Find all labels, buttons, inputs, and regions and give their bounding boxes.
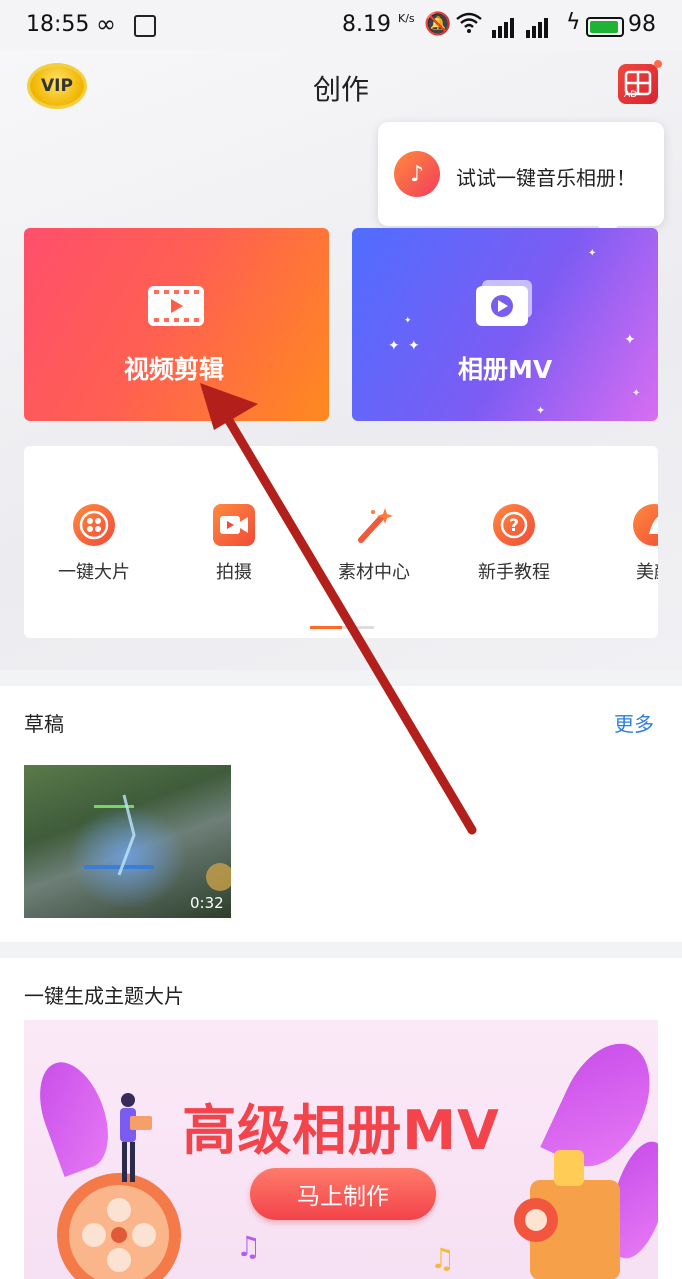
infinity-icon: ∞ [96,10,116,38]
ad-gift-icon[interactable]: AD [618,60,662,104]
tool-one-click-film[interactable]: 一键大片 [34,504,154,584]
album-icon [474,280,534,328]
signal-icon [492,16,552,38]
music-note-icon: ♪ [394,151,440,197]
album-mv-banner[interactable]: ♫ ♫ 高级相册MV 马上制作 [24,1020,658,1279]
wifi-icon [456,12,482,40]
tool-label: 美颜 [636,562,658,583]
projector-illustration [514,1150,624,1279]
tooltip-text: 试试一键音乐相册！ [456,166,636,190]
svg-text:?: ? [509,516,519,536]
camera-icon [213,504,255,546]
tool-beauty[interactable]: 美颜 [594,504,658,584]
sparkle-icon: ✦ [632,388,641,399]
music-album-tooltip[interactable]: ♪ 试试一键音乐相册！ [378,122,664,236]
ad-label: AD [624,90,638,100]
draft-duration: 0:32 [190,894,224,912]
question-icon: ? [493,504,535,546]
sparkle-icon: ✦ [388,338,400,354]
tools-row: 一键大片 拍摄 素材中心 ? 新手教程 美颜 [24,446,658,638]
notification-icon [134,15,156,37]
tool-label: 素材中心 [338,562,410,583]
tool-material-center[interactable]: 素材中心 [314,504,434,584]
drafts-more-link[interactable]: 更多 [614,708,654,737]
magic-wand-icon [353,504,395,546]
page-indicator [310,626,342,629]
charging-icon: ϟ [566,10,581,35]
video-edit-label: 视频剪辑 [124,355,225,384]
sparkle-icon: ✦ [588,248,597,259]
status-bar: 18:55 ∞ 8.19 K/s 🔕 ϟ 98 [0,0,682,50]
network-speed: 8.19 K/s [342,12,415,37]
sparkle-icon: ✦ [624,332,636,348]
battery-level: 98 [628,12,656,37]
video-edit-card[interactable]: 视频剪辑 [24,228,329,421]
film-icon [148,286,204,326]
sparkle-icon: ✦ [536,404,546,417]
sparkle-icon: ✦ [404,316,412,326]
mute-icon: 🔕 [424,12,452,37]
sparkle-icon: ✦ [408,338,420,354]
music-note-icon: ♫ [430,1242,456,1275]
tool-label: 新手教程 [478,562,550,583]
tool-shoot[interactable]: 拍摄 [174,504,294,584]
make-now-button[interactable]: 马上制作 [250,1168,436,1220]
film-reel-icon [73,504,115,546]
tool-label: 一键大片 [58,562,130,583]
battery-icon [586,17,624,37]
music-note-icon: ♫ [236,1230,262,1263]
tool-beginner-tutorial[interactable]: ? 新手教程 [454,504,574,584]
album-mv-label: 相册MV [458,355,553,384]
theme-title: 一键生成主题大片 [24,984,184,1008]
album-mv-card[interactable]: ✦ ✦ ✦ ✦ ✦ ✦ ✦ 相册MV [352,228,658,421]
status-time: 18:55 [26,12,90,37]
banner-title: 高级相册MV [182,1099,500,1162]
tool-label: 拍摄 [216,562,252,583]
beauty-icon [633,504,658,546]
notification-dot [654,60,662,68]
page-title: 创作 [312,73,369,106]
drafts-title: 草稿 [24,712,64,736]
